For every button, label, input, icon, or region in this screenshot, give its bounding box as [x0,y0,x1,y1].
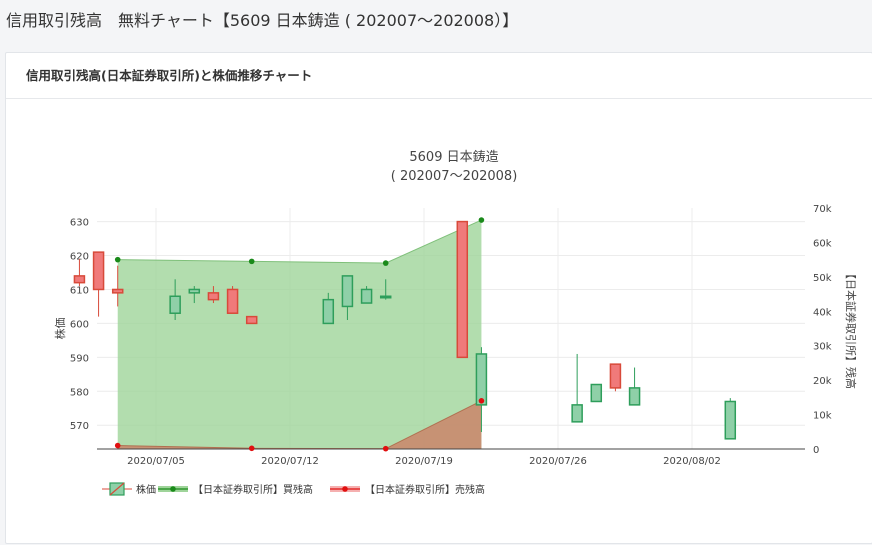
candle-body [245,315,258,325]
buy-balance-point [248,258,255,265]
candle-body [628,387,641,406]
y-right-tick-label: 20k [813,376,832,387]
candle-body [322,298,335,325]
y-left-tick-label: 570 [70,421,89,432]
candle-body [456,220,469,359]
candle-body [724,400,737,440]
candle [456,220,469,359]
buy-balance-point [114,256,121,263]
legend-buy-marker [170,486,176,492]
chart-subtitle: ( 202007～202008) [391,169,518,184]
y-right-tick-label: 70k [813,204,832,215]
candle [73,258,86,287]
buy-balance-point [478,217,485,223]
candle-body [111,288,124,294]
sell-balance-point [478,398,485,404]
legend-label-candle: 株価 [136,483,156,496]
candle-body [571,404,583,423]
candle-body [169,295,181,314]
candle [724,398,737,440]
chart-card: 信用取引残高(日本証券取引所)と株価推移チャート 5609 日本鋳造( 2020… [5,52,872,544]
y-left-tick-label: 610 [70,285,89,296]
y-right-tick-label: 10k [813,411,832,422]
y-left-tick-label: 590 [70,353,89,364]
y-left-tick-label: 580 [70,387,89,398]
legend-item-buy: 【日本証券取引所】買残高 [158,483,313,496]
y-left-axis-title: 株価 [53,318,67,340]
sell-balance-point [114,442,121,449]
candle-body [188,288,201,294]
candle [609,363,622,392]
candle [590,383,603,403]
candle-body [475,353,488,406]
candle-body [360,288,373,304]
candle-body [379,295,392,299]
margin-balance-chart: 5609 日本鋳造 ( 202007～202008) 2020/07/05 2020/… [53,149,858,496]
chart-title: 5609 日本鋳造 [409,149,498,165]
y-right-axis-title: 【日本証券取引所】残高 [844,268,858,389]
buy-balance-point [382,260,389,266]
y-right-tick-label: 0 [813,445,819,456]
sell-balance-point [382,445,389,452]
candle [571,353,583,423]
y-right-tick-label: 50k [813,273,832,284]
y-left-tick-label: 600 [70,319,89,330]
x-tick-label: 2020/07/26 [529,456,587,467]
candle [245,315,258,325]
candle [226,286,239,314]
candle-body [73,275,86,284]
y-right-tick-label: 30k [813,342,832,353]
legend-label-buy: 【日本証券取引所】買残高 [193,483,313,496]
candle [92,251,105,317]
page-title: 信用取引残高 無料チャート【5609 日本鋳造 ( 202007～202008）… [6,11,519,30]
x-tick-label: 2020/07/19 [395,456,453,467]
buy-balance-area [117,220,482,449]
candle-body [226,288,239,314]
candle-body [609,363,622,389]
legend-item-candle: 株価 [102,482,156,496]
x-tick-label: 2020/08/02 [663,456,721,467]
candle [628,367,641,406]
y-left-tick-label: 630 [70,218,89,229]
y-right-tick-label: 60k [813,238,832,249]
x-tick-label: 2020/07/05 [127,456,185,467]
legend-item-sell: 【日本証券取引所】売残高 [330,483,485,496]
sell-balance-point [248,445,255,452]
candle-body [590,383,603,403]
candle-body [341,275,354,308]
candle-body [207,292,220,301]
x-tick-label: 2020/07/12 [261,456,319,467]
candle-body [92,251,105,291]
legend-sell-marker [342,486,348,492]
legend-label-sell: 【日本証券取引所】売残高 [365,483,485,496]
y-right-tick-label: 40k [813,307,832,318]
